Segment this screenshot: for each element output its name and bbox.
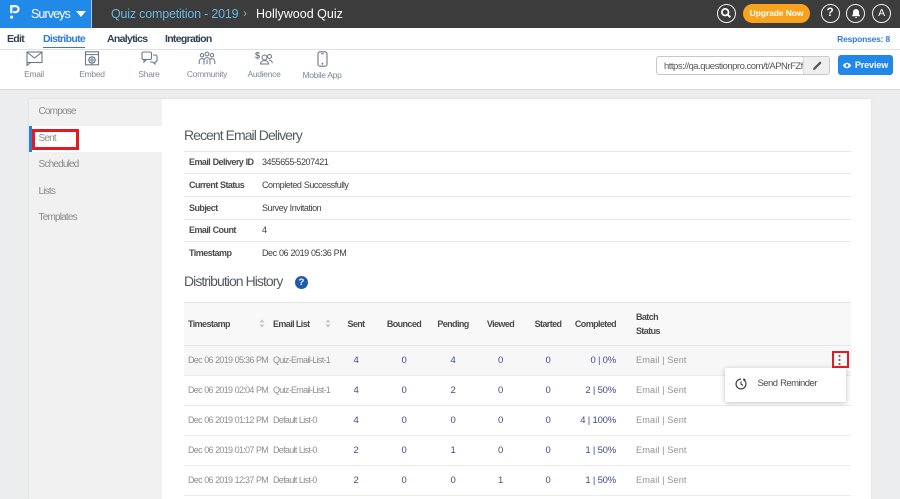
svg-text:$: $ <box>255 51 260 61</box>
